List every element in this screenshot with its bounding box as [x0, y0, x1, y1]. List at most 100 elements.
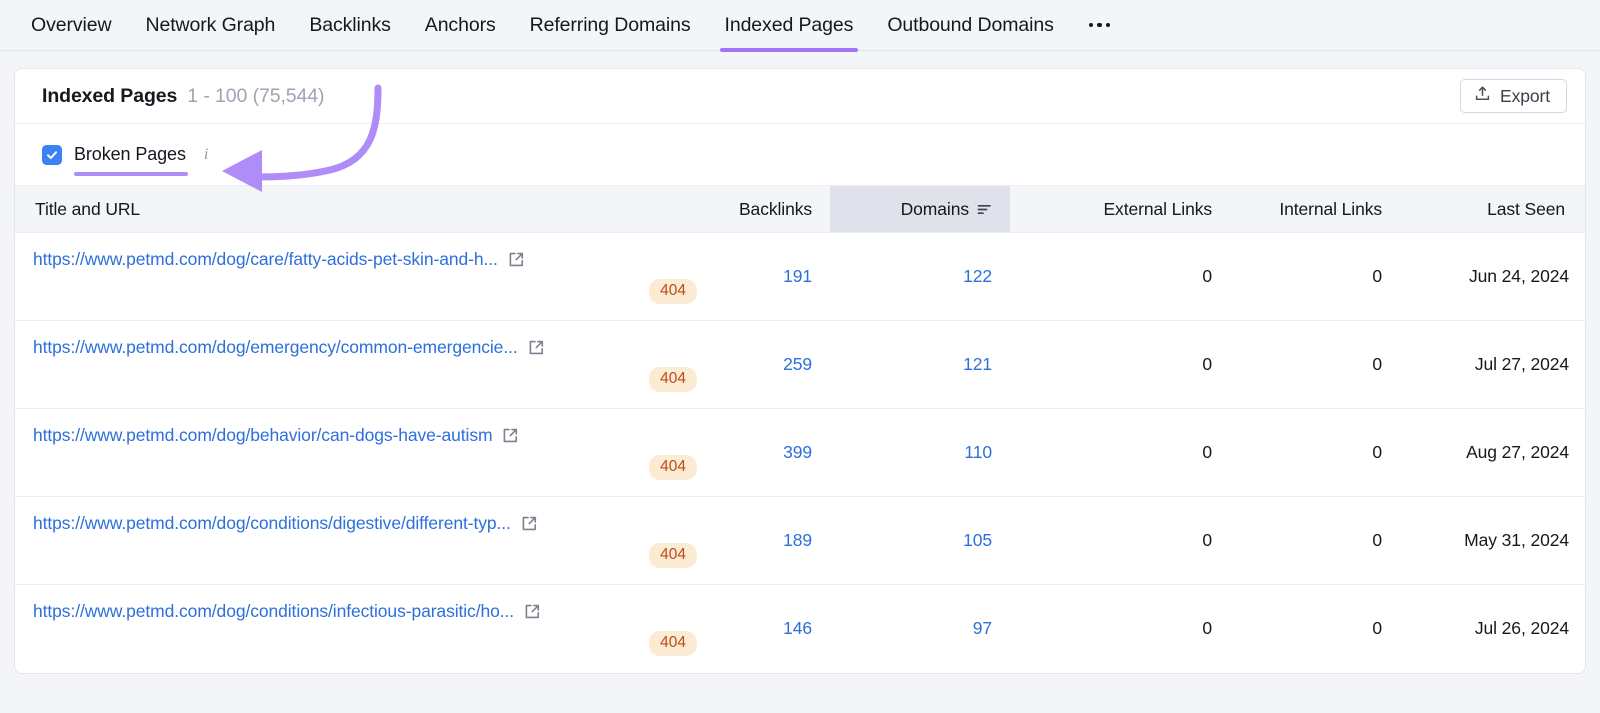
backlinks-value[interactable]: 189 — [783, 530, 812, 550]
cell-external-links: 0 — [1010, 496, 1230, 585]
column-header-external-links[interactable]: External Links — [1010, 185, 1230, 233]
internal-links-value: 0 — [1372, 530, 1382, 550]
external-link-icon[interactable] — [521, 515, 538, 532]
url-line: https://www.petmd.com/dog/emergency/comm… — [33, 337, 697, 358]
tab-referring-domains[interactable]: Referring Domains — [513, 0, 708, 50]
column-header-last-seen[interactable]: Last Seen — [1400, 185, 1585, 233]
cell-title-url: https://www.petmd.com/dog/care/fatty-aci… — [15, 232, 715, 321]
cell-last-seen: Jul 26, 2024 — [1400, 585, 1585, 673]
external-link-icon[interactable] — [524, 603, 541, 620]
domains-value[interactable]: 97 — [973, 618, 992, 638]
external-links-value: 0 — [1202, 530, 1212, 550]
cell-title-url: https://www.petmd.com/dog/conditions/inf… — [15, 585, 715, 673]
column-label: Domains — [900, 198, 969, 219]
domains-value[interactable]: 110 — [964, 442, 992, 462]
status-badge: 404 — [649, 367, 697, 392]
export-button[interactable]: Export — [1460, 79, 1567, 113]
internal-links-value: 0 — [1372, 354, 1382, 374]
column-header-internal-links[interactable]: Internal Links — [1230, 185, 1400, 233]
cell-title-url: https://www.petmd.com/dog/emergency/comm… — [15, 320, 715, 409]
table-row: https://www.petmd.com/dog/conditions/dig… — [15, 496, 1585, 585]
column-header-domains[interactable]: Domains — [830, 185, 1010, 233]
cell-external-links: 0 — [1010, 408, 1230, 497]
backlinks-value[interactable]: 191 — [783, 266, 812, 286]
broken-pages-filter[interactable]: Broken Pages i — [42, 144, 208, 176]
table-row: https://www.petmd.com/dog/emergency/comm… — [15, 320, 1585, 409]
cell-title-url: https://www.petmd.com/dog/behavior/can-d… — [15, 408, 715, 497]
cell-backlinks: 146 — [715, 585, 830, 673]
tab-label: Referring Domains — [529, 13, 691, 36]
url-line: https://www.petmd.com/dog/conditions/inf… — [33, 601, 697, 622]
column-label: Title and URL — [35, 198, 141, 219]
page-url-link[interactable]: https://www.petmd.com/dog/conditions/inf… — [33, 601, 514, 622]
cell-external-links: 0 — [1010, 585, 1230, 673]
url-line: https://www.petmd.com/dog/care/fatty-aci… — [33, 249, 697, 270]
domains-value[interactable]: 105 — [963, 530, 992, 550]
domains-value[interactable]: 121 — [963, 354, 992, 374]
external-link-icon[interactable] — [508, 251, 525, 268]
url-line: https://www.petmd.com/dog/behavior/can-d… — [33, 425, 697, 446]
external-link-icon[interactable] — [528, 339, 545, 356]
status-badge: 404 — [649, 455, 697, 480]
tab-overview[interactable]: Overview — [14, 0, 128, 50]
cell-last-seen: Jul 27, 2024 — [1400, 320, 1585, 409]
page-url-link[interactable]: https://www.petmd.com/dog/care/fatty-aci… — [33, 249, 498, 270]
page-url-link[interactable]: https://www.petmd.com/dog/emergency/comm… — [33, 337, 518, 358]
cell-internal-links: 0 — [1230, 232, 1400, 321]
domains-value[interactable]: 122 — [963, 266, 992, 286]
column-header-backlinks[interactable]: Backlinks — [715, 185, 830, 233]
cell-domains: 110 — [830, 408, 1010, 497]
ellipsis-icon — [1088, 22, 1111, 28]
backlinks-value[interactable]: 146 — [783, 618, 812, 638]
cell-backlinks: 191 — [715, 232, 830, 321]
backlinks-value[interactable]: 259 — [783, 354, 812, 374]
page-url-link[interactable]: https://www.petmd.com/dog/behavior/can-d… — [33, 425, 493, 446]
external-links-value: 0 — [1202, 442, 1212, 462]
cell-domains: 97 — [830, 585, 1010, 673]
table-row: https://www.petmd.com/dog/behavior/can-d… — [15, 408, 1585, 497]
internal-links-value: 0 — [1372, 266, 1382, 286]
tab-indexed-pages[interactable]: Indexed Pages — [708, 0, 871, 52]
tab-overflow-button[interactable] — [1071, 0, 1129, 50]
cell-backlinks: 399 — [715, 408, 830, 497]
tab-label: Outbound Domains — [887, 13, 1054, 36]
status-badge: 404 — [649, 631, 697, 657]
last-seen-value: Jun 24, 2024 — [1469, 266, 1569, 286]
cell-domains: 122 — [830, 232, 1010, 321]
cell-internal-links: 0 — [1230, 496, 1400, 585]
external-links-value: 0 — [1202, 354, 1212, 374]
checkbox-checked-icon[interactable] — [42, 144, 62, 165]
cell-title-url: https://www.petmd.com/dog/conditions/dig… — [15, 496, 715, 585]
cell-external-links: 0 — [1010, 320, 1230, 409]
tab-anchors[interactable]: Anchors — [408, 0, 513, 50]
external-links-value: 0 — [1202, 618, 1212, 639]
broken-pages-label: Broken Pages — [74, 144, 188, 176]
export-button-label: Export — [1500, 85, 1550, 106]
backlinks-value[interactable]: 399 — [783, 442, 812, 462]
cell-domains: 105 — [830, 496, 1010, 585]
external-link-icon[interactable] — [502, 427, 519, 444]
url-line: https://www.petmd.com/dog/conditions/dig… — [33, 513, 697, 534]
tab-label: Network Graph — [145, 13, 276, 36]
last-seen-value: Jul 27, 2024 — [1474, 354, 1569, 374]
column-label: Internal Links — [1279, 198, 1382, 219]
results-count: 1 - 100 (75,544) — [187, 84, 325, 107]
export-upload-icon — [1474, 85, 1491, 107]
tab-label: Anchors — [424, 13, 496, 36]
info-icon[interactable]: i — [204, 146, 208, 164]
last-seen-value: Jul 26, 2024 — [1474, 618, 1569, 639]
tab-label: Indexed Pages — [724, 13, 854, 36]
page-url-link[interactable]: https://www.petmd.com/dog/conditions/dig… — [33, 513, 511, 534]
tab-backlinks[interactable]: Backlinks — [292, 0, 407, 50]
internal-links-value: 0 — [1372, 618, 1382, 639]
sort-descending-icon[interactable] — [977, 203, 992, 216]
last-seen-value: Aug 27, 2024 — [1466, 442, 1569, 462]
table-body: https://www.petmd.com/dog/care/fatty-aci… — [15, 232, 1585, 673]
column-header-title-url[interactable]: Title and URL — [15, 185, 715, 233]
tab-outbound-domains[interactable]: Outbound Domains — [870, 0, 1070, 50]
cell-internal-links: 0 — [1230, 585, 1400, 673]
tab-label: Overview — [31, 13, 112, 36]
table-header: Title and URL Backlinks Domains External… — [15, 185, 1585, 233]
tab-network-graph[interactable]: Network Graph — [128, 0, 292, 50]
tab-label: Backlinks — [309, 13, 391, 36]
